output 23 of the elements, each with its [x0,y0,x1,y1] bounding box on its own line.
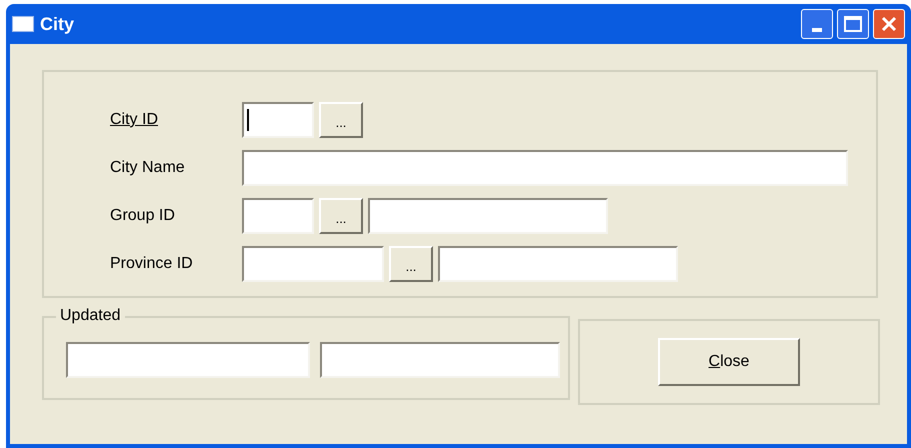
text-cursor [247,109,249,131]
minimize-button[interactable] [801,9,833,39]
text-field[interactable] [320,342,560,378]
close-dialog-button[interactable]: Close [658,338,800,386]
close-icon [880,15,898,33]
text-field[interactable] [242,246,384,282]
text-field[interactable] [368,198,608,234]
field-label: Group ID [110,206,176,226]
text-field[interactable] [242,102,314,138]
close-button[interactable] [873,9,905,39]
text-field[interactable] [66,342,310,378]
window-icon [12,16,34,32]
text-field[interactable] [242,198,314,234]
field-label: Province ID [110,254,194,274]
field-label: City Name [110,158,186,178]
browse-button[interactable]: ... [389,246,433,282]
maximize-button[interactable] [837,9,869,39]
window-title: City [40,12,74,36]
text-field[interactable] [438,246,678,282]
browse-button[interactable]: ... [319,198,363,234]
text-field[interactable] [242,150,848,186]
browse-button[interactable]: ... [319,102,363,138]
field-label: City ID [110,110,159,130]
